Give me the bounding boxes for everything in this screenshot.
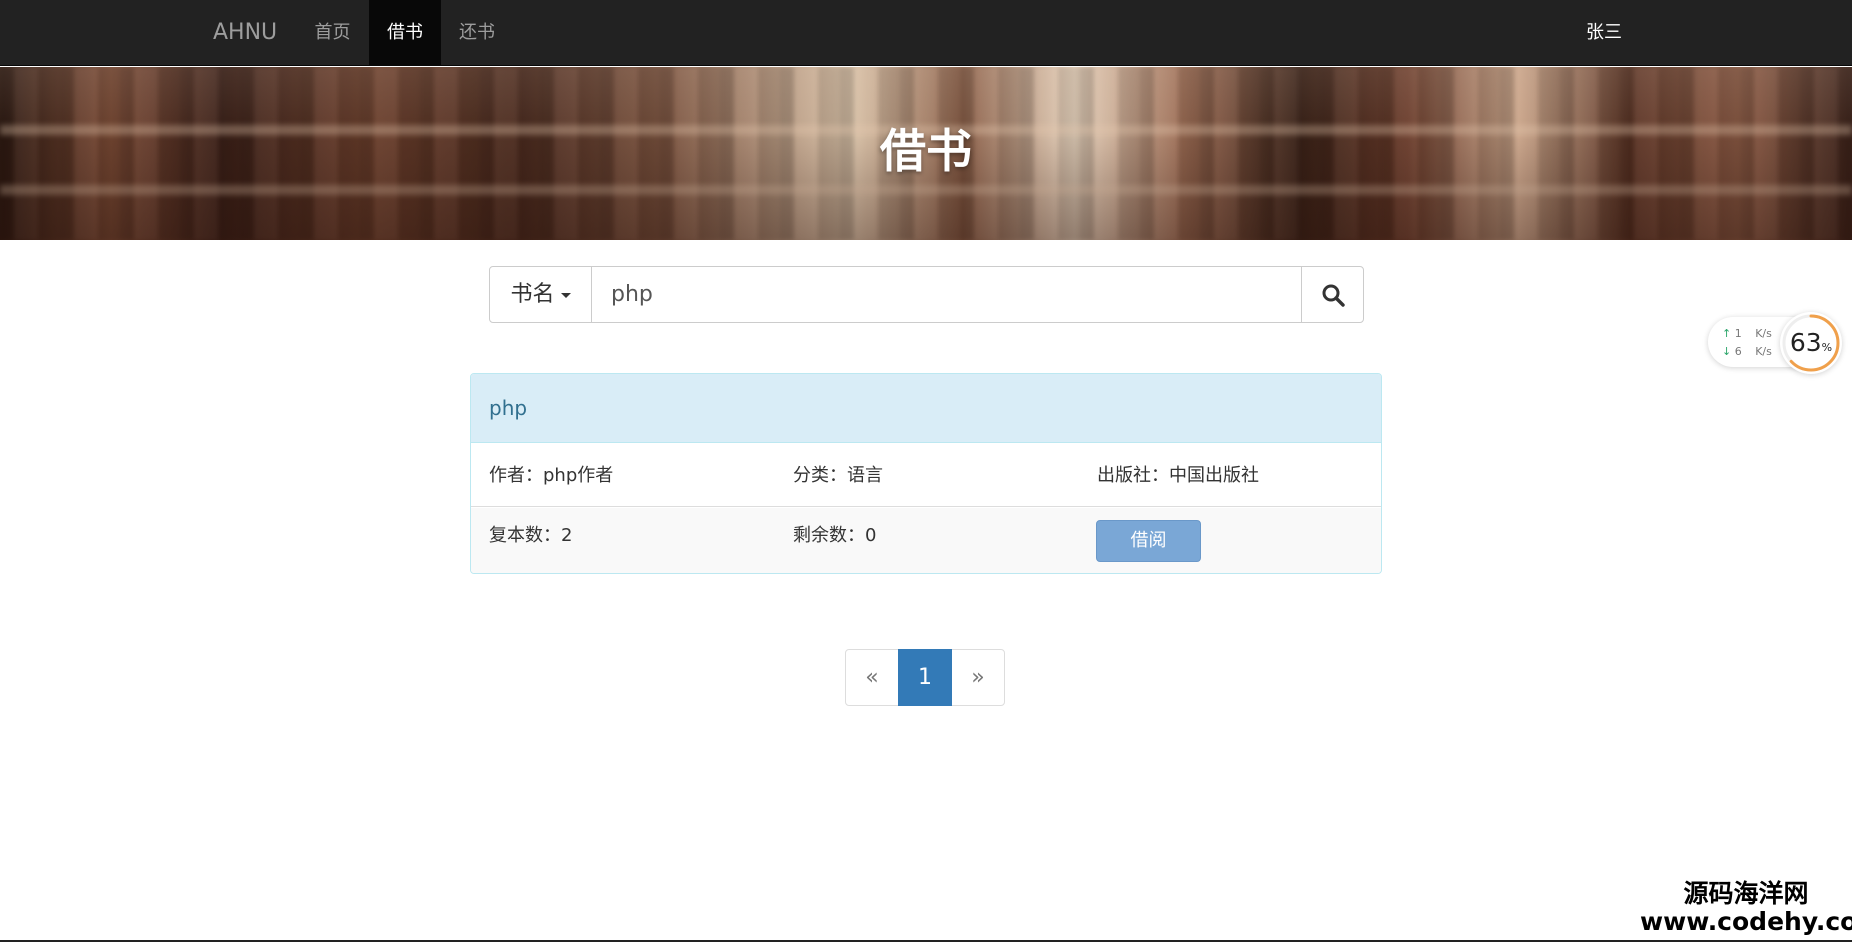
search-icon xyxy=(1322,284,1345,307)
pagination-page-1[interactable]: 1 xyxy=(898,649,952,706)
watermark-url: www.codehy.com xyxy=(1640,907,1852,936)
book-remaining: 剩余数：0 xyxy=(793,525,877,546)
book-author: 作者：php作者 xyxy=(489,465,614,486)
top-navbar: AHNU 首页 借书 还书 张三 xyxy=(0,0,1852,66)
book-stock-row: 复本数：2 剩余数：0 借阅 xyxy=(471,508,1381,573)
site-watermark: 源码海洋网 www.codehy.com xyxy=(1640,880,1852,936)
arrow-down-icon: ↓ xyxy=(1722,345,1732,358)
search-type-dropdown[interactable]: 书名 xyxy=(490,267,592,322)
borrow-button[interactable]: 借阅 xyxy=(1096,520,1201,562)
book-title: php xyxy=(471,374,1381,443)
pagination-prev[interactable]: « xyxy=(845,649,899,706)
nav-item-borrow[interactable]: 借书 xyxy=(369,0,441,66)
page: AHNU 首页 借书 还书 张三 借书 书名 php 作者：php作者 分类：语… xyxy=(0,0,1852,942)
search-input[interactable] xyxy=(593,267,1301,322)
gauge-percent: 63% xyxy=(1789,328,1833,357)
search-type-label: 书名 xyxy=(510,282,555,307)
arrow-up-icon: ↑ xyxy=(1722,327,1732,340)
user-menu[interactable]: 张三 xyxy=(1570,0,1638,66)
caret-down-icon xyxy=(560,292,571,298)
book-copies: 复本数：2 xyxy=(489,525,573,546)
upload-speed: ↑ 1 K/s xyxy=(1722,327,1772,340)
brand-link[interactable]: AHNU xyxy=(213,0,277,66)
pagination-next[interactable]: » xyxy=(951,649,1005,706)
page-title: 借书 xyxy=(880,124,972,178)
watermark-name: 源码海洋网 xyxy=(1683,879,1809,908)
banner-shelf-decoration xyxy=(0,185,1852,195)
book-publisher: 出版社：中国出版社 xyxy=(1097,465,1259,486)
book-result-panel: php 作者：php作者 分类：语言 出版社：中国出版社 复本数：2 剩余数：0… xyxy=(470,373,1382,574)
download-speed: ↓ 6 K/s xyxy=(1722,345,1772,358)
search-button[interactable] xyxy=(1301,267,1364,322)
search-bar: 书名 xyxy=(489,266,1364,323)
network-speed-widget[interactable]: ↑ 1 K/s ↓ 6 K/s 63% xyxy=(1708,312,1844,374)
pagination: « 1 » xyxy=(845,649,1005,706)
book-info-row: 作者：php作者 分类：语言 出版社：中国出版社 xyxy=(471,444,1381,507)
book-category: 分类：语言 xyxy=(793,465,883,486)
nav-item-return[interactable]: 还书 xyxy=(441,0,513,66)
hero-banner: 借书 xyxy=(0,67,1852,240)
nav-item-home[interactable]: 首页 xyxy=(300,0,365,66)
memory-gauge: 63% xyxy=(1780,312,1842,374)
